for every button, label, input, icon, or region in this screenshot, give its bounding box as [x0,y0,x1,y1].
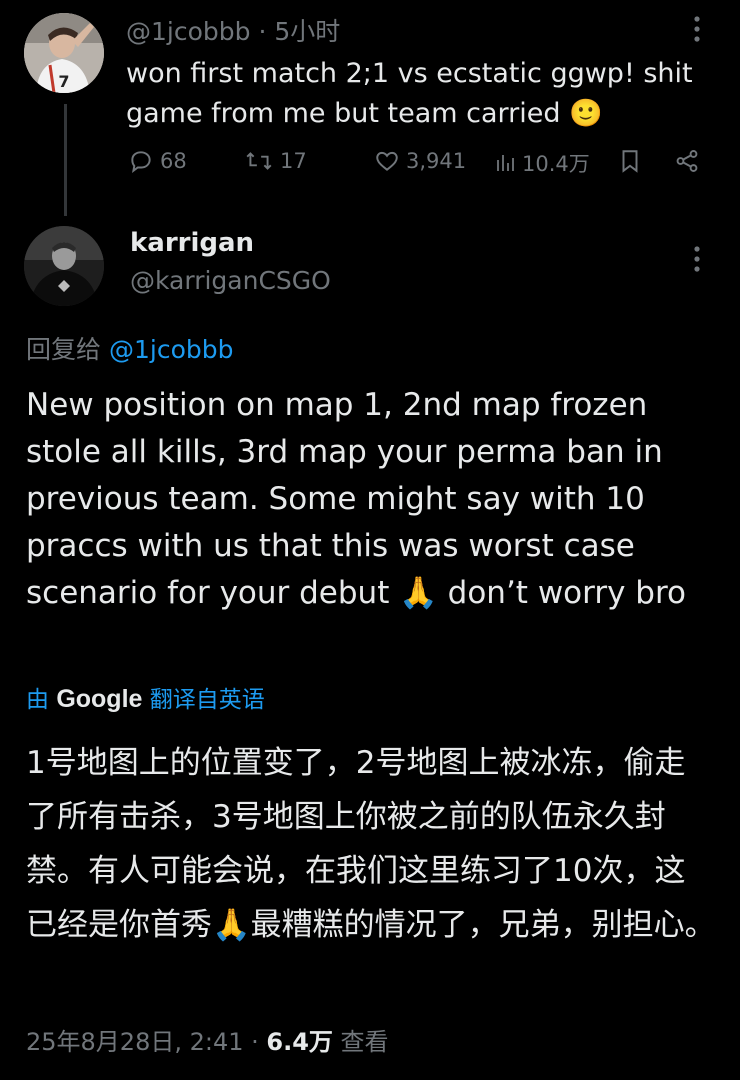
parent-handle[interactable]: @1jcobbb [126,17,251,46]
translated-tweet-text: 1号地图上的位置变了，2号地图上被冰冻，偷走了所有击杀，3号地图上你被之前的队伍… [26,745,716,943]
thread-connector-line [64,104,67,216]
bookmark-icon [622,150,638,173]
repost-icon [246,152,272,170]
parent-timestamp[interactable]: 5小时 [274,17,340,46]
reply-avatar-image [24,226,104,306]
parent-time-separator: · [250,17,275,46]
parent-avatar[interactable]: 7 [24,13,104,93]
share-icon [676,150,698,172]
parent-action-bar: 68 17 3,941 10.4万 [128,148,708,182]
tweet-view-count[interactable]: 6.4万 [266,1028,333,1056]
reply-avatar[interactable] [24,226,104,306]
translated-from-label: 翻译自英语 [149,687,265,713]
translated-by-prefix: 由 [26,687,49,713]
parent-avatar-image: 7 [24,13,104,93]
heart-icon [376,151,398,171]
replying-to-label: 回复给 [26,335,102,364]
views-chart-icon [497,155,514,171]
parent-tweet-text: won first match 2;1 vs ecstatic ggwp! sh… [126,58,693,129]
tweet-meta-line: 25年8月28日, 2:41 · 6.4万 查看 [26,1022,389,1057]
views-count: 10.4万 [522,152,590,176]
parent-handle-line: @1jcobbb · 5小时 [126,12,340,48]
reply-action[interactable]: 68 [128,148,187,174]
replying-to-line: 回复给 @1jcobbb [26,330,233,366]
views-action[interactable]: 10.4万 [494,148,590,178]
reply-count: 68 [160,149,187,173]
svg-text:7: 7 [58,72,69,91]
share-button[interactable] [674,148,700,174]
tweet-date[interactable]: 25年8月28日, 2:41 [26,1028,244,1056]
repost-count: 17 [280,149,307,173]
reply-more-options-icon[interactable] [692,244,702,279]
like-action[interactable]: 3,941 [374,148,466,174]
reply-display-name[interactable]: karrigan [130,228,254,258]
google-brand: Google [56,685,143,713]
bookmark-button[interactable] [618,148,642,174]
translation-attribution[interactable]: 由 Google 翻译自英语 [26,680,265,714]
replying-to-link[interactable]: @1jcobbb [109,335,234,364]
meta-separator: · [243,1028,267,1056]
like-count: 3,941 [406,149,467,173]
parent-more-options-icon[interactable] [692,14,702,49]
reply-tweet-text: New position on map 1, 2nd map frozen st… [26,387,686,611]
reply-icon [131,151,151,174]
views-label: 查看 [332,1028,389,1056]
reply-handle[interactable]: @karriganCSGO [130,266,331,295]
repost-action[interactable]: 17 [244,148,307,174]
